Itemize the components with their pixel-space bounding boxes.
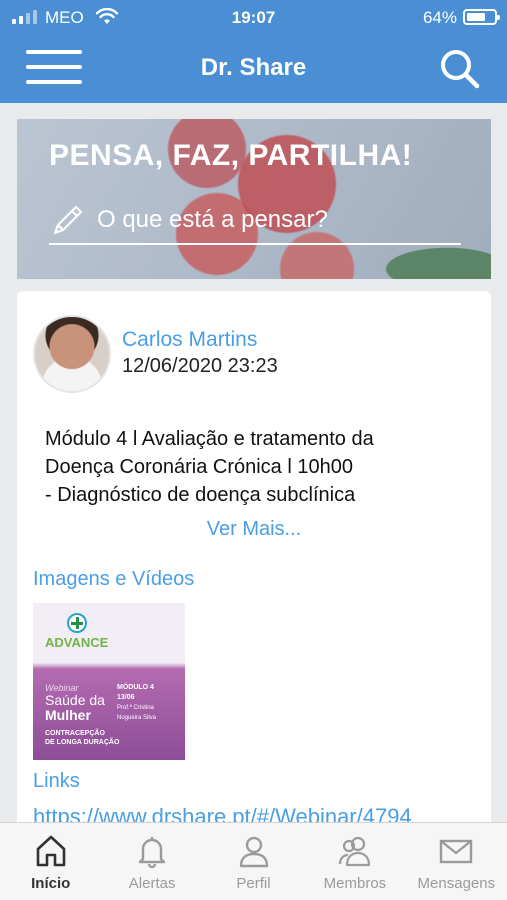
app-title: Dr. Share: [200, 54, 307, 81]
links-section-label: Links: [33, 770, 80, 792]
tab-label: Alertas: [128, 875, 176, 892]
thumbnail-topic-line1: CONTRACEPÇÃO: [45, 730, 105, 737]
thumbnail-topic: CONTRACEPÇÃO DE LONGA DURAÇÃO: [45, 729, 119, 747]
status-bar: MEO 19:07 64%: [0, 0, 507, 36]
tab-label: Mensagens: [417, 875, 496, 892]
tab-label: Perfil: [236, 875, 271, 892]
post-date: 12/06/2020 23:23: [122, 355, 278, 377]
see-more-link[interactable]: Ver Mais...: [17, 518, 491, 541]
thumbnail-module: MÓDULO 4: [117, 684, 154, 691]
tab-mensagens[interactable]: Mensagens: [406, 823, 507, 900]
bell-icon: [138, 837, 166, 869]
home-icon: [36, 835, 66, 867]
mail-icon: [440, 839, 473, 864]
top-bar: MEO 19:07 64% Dr. Share: [0, 0, 507, 103]
bottom-tab-bar: Início Alertas Perfil Membros Mensagens: [0, 822, 507, 900]
post-body-line: Módulo 4 l Avaliação e tratamento da: [45, 428, 374, 450]
tab-alertas[interactable]: Alertas: [101, 823, 202, 900]
thumbnail-title-line2: Mulher: [45, 707, 91, 723]
post-body: Módulo 4 l Avaliação e tratamento da Doe…: [45, 425, 465, 509]
banner-slogan: PENSA, FAZ, PARTILHA!: [49, 139, 413, 172]
tab-label: Início: [31, 875, 71, 892]
media-section-label: Imagens e Vídeos: [33, 568, 195, 590]
post-card: Carlos Martins 12/06/2020 23:23 Módulo 4…: [17, 291, 491, 831]
post-body-line: - Diagnóstico de doença subclínica: [45, 484, 356, 506]
thumbnail-brand: ADVANCE: [45, 635, 109, 650]
tab-perfil[interactable]: Perfil: [203, 823, 304, 900]
tab-membros[interactable]: Membros: [304, 823, 405, 900]
compose-banner[interactable]: PENSA, FAZ, PARTILHA! O que está a pensa…: [17, 119, 491, 279]
compose-prompt-text: O que está a pensar?: [97, 206, 328, 233]
thumbnail-speaker: Prof.ª Cristina Nogueira Silva: [117, 705, 157, 721]
battery-percent: 64%: [422, 8, 457, 27]
search-icon[interactable]: [439, 48, 481, 90]
thumbnail-topic-line2: DE LONGA DURAÇÃO: [45, 739, 120, 746]
tab-label: Membros: [323, 875, 387, 892]
tab-inicio[interactable]: Início: [0, 823, 101, 900]
thumbnail-date: 13/06: [117, 694, 135, 701]
media-thumbnail[interactable]: ADVANCE Webinar Saúde da Mulher MÓDULO 4…: [33, 603, 185, 760]
post-author[interactable]: Carlos Martins: [122, 328, 257, 352]
thumbnail-title-line1: Saúde da: [45, 692, 105, 708]
battery-icon: [463, 9, 500, 25]
user-icon: [239, 836, 268, 868]
users-icon: [338, 836, 371, 867]
thumbnail-title: Saúde da Mulher: [45, 693, 105, 723]
compose-prompt[interactable]: O que está a pensar?: [49, 197, 461, 245]
avatar[interactable]: [33, 315, 111, 393]
thumbnail-module-info: MÓDULO 4 13/06 Prof.ª Cristina Nogueira …: [117, 683, 177, 723]
post-body-line: Doença Coronária Crónica l 10h00: [45, 456, 353, 478]
bayer-logo-icon: [67, 613, 87, 633]
pencil-icon: [53, 205, 83, 235]
